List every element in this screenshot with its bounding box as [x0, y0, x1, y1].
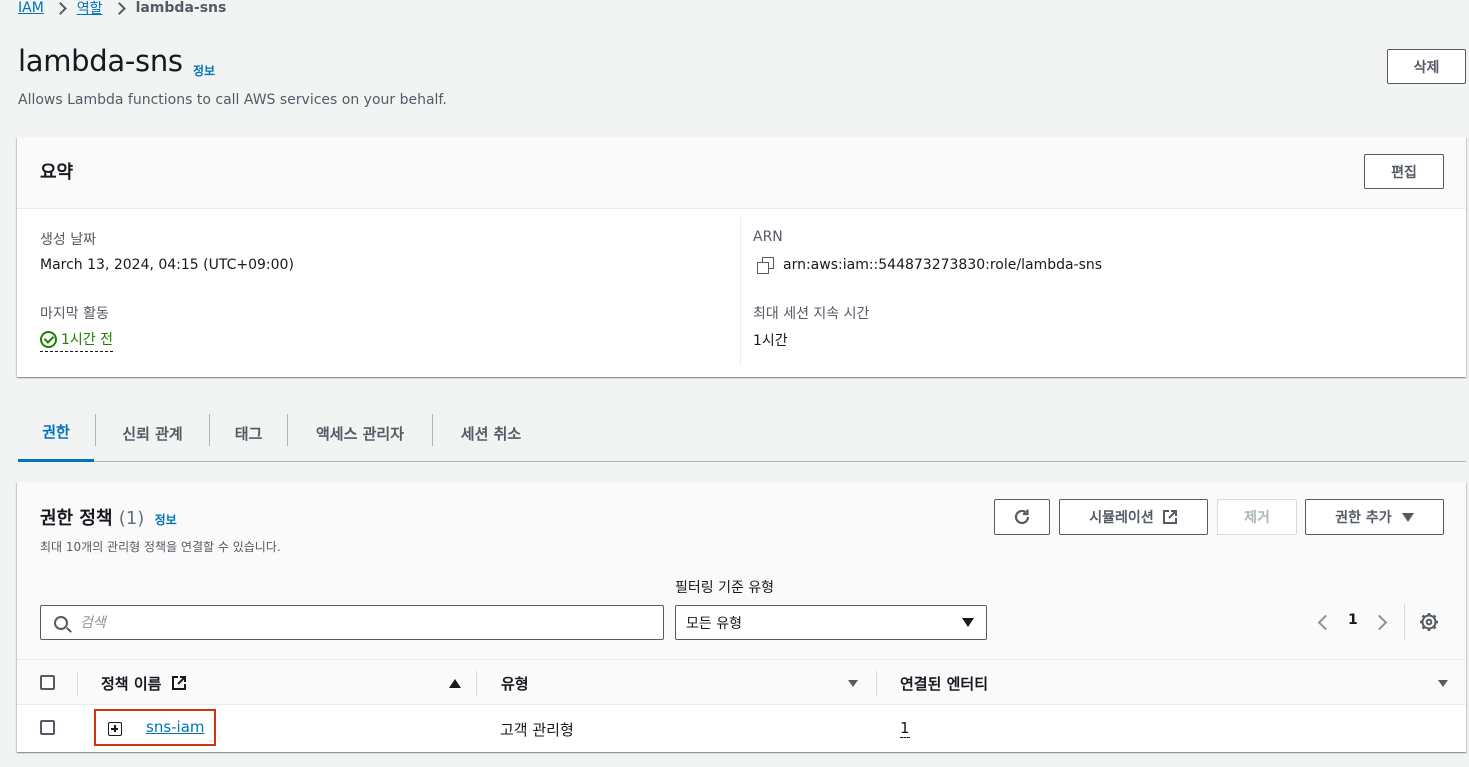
tab-tags[interactable]: 태그 — [210, 404, 287, 462]
sort-ascending-icon[interactable] — [449, 679, 461, 688]
page-description: Allows Lambda functions to call AWS serv… — [18, 92, 447, 108]
max-session-value: 1시간 — [753, 333, 788, 349]
tab-revoke-sessions[interactable]: 세션 취소 — [433, 404, 549, 462]
column-separator — [476, 671, 477, 696]
simulation-button[interactable]: 시뮬레이션 — [1059, 499, 1208, 535]
breadcrumb-current: lambda-sns — [135, 0, 227, 16]
external-link-icon — [171, 676, 186, 690]
column-separator — [77, 671, 78, 696]
sort-icon[interactable] — [1438, 680, 1448, 687]
pager-divider — [1404, 604, 1405, 640]
policies-title-text: 권한 정책 — [40, 508, 113, 529]
breadcrumb: IAM 역할 lambda-sns — [18, 0, 226, 20]
column-divider — [740, 217, 741, 365]
column-separator — [876, 671, 877, 696]
external-link-icon — [1162, 510, 1177, 524]
gear-icon[interactable] — [1419, 612, 1439, 632]
check-circle-icon — [40, 330, 57, 348]
column-type[interactable]: 유형 — [501, 673, 529, 694]
tab-permissions[interactable]: 권한 — [18, 404, 94, 462]
policies-header: 권한 정책 (1) 정보 최대 10개의 관리형 정책을 연결할 수 있습니다.… — [17, 482, 1466, 659]
column-policy-name[interactable]: 정책 이름 — [101, 673, 187, 694]
column-policy-name-label: 정책 이름 — [101, 675, 162, 693]
chevron-left-icon[interactable] — [1317, 614, 1334, 631]
delete-button[interactable]: 삭제 — [1387, 49, 1466, 84]
refresh-icon — [1014, 509, 1030, 525]
permissions-policies-panel: 권한 정책 (1) 정보 최대 10개의 관리형 정책을 연결할 수 있습니다.… — [17, 482, 1466, 752]
column-attached-entities[interactable]: 연결된 엔터티 — [900, 673, 988, 694]
add-permissions-button[interactable]: 권한 추가 — [1305, 499, 1444, 535]
max-session-label: 최대 세션 지속 시간 — [753, 306, 870, 322]
filter-type-value: 모든 유형 — [686, 615, 742, 632]
attached-entities-count[interactable]: 1 — [900, 719, 910, 738]
chevron-right-icon — [112, 1, 126, 15]
policies-count: (1) — [118, 508, 145, 529]
sort-icon[interactable] — [848, 680, 858, 687]
expand-icon[interactable] — [108, 722, 122, 736]
search-icon — [54, 615, 68, 630]
select-all-checkbox[interactable] — [40, 675, 55, 690]
policies-table-header: 정책 이름 유형 연결된 엔터티 — [17, 659, 1466, 705]
caret-down-icon — [962, 618, 974, 627]
tab-trust-relationships[interactable]: 신뢰 관계 — [96, 404, 209, 462]
tab-bar: 권한 신뢰 관계 태그 액세스 관리자 세션 취소 — [18, 404, 1466, 462]
created-label: 생성 날짜 — [40, 232, 96, 248]
created-value: March 13, 2024, 04:15 (UTC+09:00) — [40, 257, 294, 273]
policy-type: 고객 관리형 — [500, 721, 574, 739]
chevron-right-icon[interactable] — [1371, 614, 1388, 631]
policies-description: 최대 10개의 관리형 정책을 연결할 수 있습니다. — [40, 540, 281, 554]
arn-label: ARN — [753, 229, 783, 245]
arn-text: arn:aws:iam::544873273830:role/lambda-sn… — [783, 257, 1103, 273]
filter-type-label: 필터링 기준 유형 — [675, 580, 775, 596]
copy-icon[interactable] — [757, 257, 774, 274]
arn-value: arn:aws:iam::544873273830:role/lambda-sn… — [757, 257, 1103, 274]
table-row: sns-iam 고객 관리형 1 — [17, 705, 1466, 752]
simulation-label: 시뮬레이션 — [1089, 510, 1154, 526]
last-activity-value[interactable]: 1시간 전 — [40, 329, 113, 352]
chevron-right-icon — [53, 1, 67, 15]
policies-info-link[interactable]: 정보 — [155, 513, 177, 527]
breadcrumb-iam[interactable]: IAM — [18, 0, 44, 16]
policies-title: 권한 정책 (1) 정보 — [40, 504, 177, 530]
title-info-link[interactable]: 정보 — [193, 62, 215, 79]
tab-access-advisor[interactable]: 액세스 관리자 — [288, 404, 432, 462]
edit-button[interactable]: 편집 — [1364, 154, 1444, 189]
summary-title: 요약 — [40, 162, 74, 183]
summary-panel: 요약 편집 생성 날짜 March 13, 2024, 04:15 (UTC+0… — [17, 137, 1466, 377]
caret-down-icon — [1401, 512, 1414, 522]
highlight-box: sns-iam — [94, 709, 216, 746]
breadcrumb-roles[interactable]: 역할 — [77, 0, 103, 18]
page-number[interactable]: 1 — [1348, 612, 1358, 628]
filter-type-select[interactable]: 모든 유형 — [675, 605, 987, 640]
attached-entities-value: 1 — [900, 719, 910, 738]
refresh-button[interactable] — [994, 499, 1050, 535]
policy-name-link[interactable]: sns-iam — [146, 718, 205, 736]
row-checkbox[interactable] — [40, 720, 55, 735]
remove-button[interactable]: 제거 — [1217, 499, 1297, 535]
search-box — [40, 605, 664, 640]
add-permissions-label: 권한 추가 — [1335, 510, 1392, 526]
last-activity-text: 1시간 전 — [61, 332, 113, 348]
search-input[interactable] — [78, 613, 638, 632]
summary-header: 요약 편집 — [17, 137, 1466, 209]
page-title: lambda-sns — [18, 44, 183, 78]
last-activity-label: 마지막 활동 — [40, 306, 109, 322]
